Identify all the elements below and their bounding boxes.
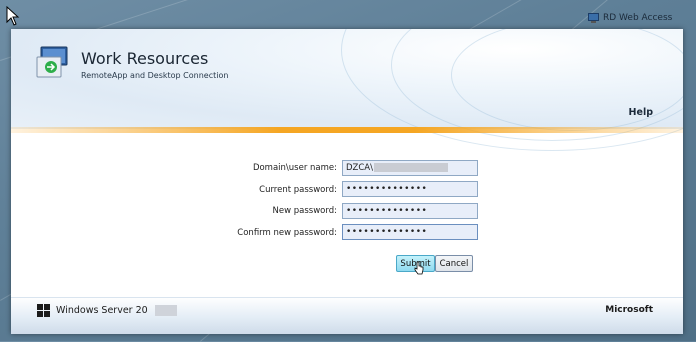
new-password-label: New password: — [272, 206, 337, 216]
redacted-version — [154, 305, 177, 316]
header-accent-stripe — [11, 127, 683, 133]
confirm-password-field[interactable]: •••••••••••••• — [342, 224, 478, 240]
header: Work Resources RemoteApp and Desktop Con… — [11, 29, 683, 151]
new-password-field[interactable]: •••••••••••••• — [342, 203, 478, 219]
page-subtitle: RemoteApp and Desktop Connection — [81, 71, 229, 80]
username-value: DZCA\ — [346, 163, 373, 173]
page-title: Work Resources — [81, 49, 209, 68]
current-password-label: Current password: — [259, 185, 337, 195]
microsoft-label: Microsoft — [605, 305, 653, 315]
remoteapp-monitor-icon — [36, 46, 68, 78]
windows-logo-icon — [37, 304, 50, 317]
rd-web-access-link[interactable]: RD Web Access — [588, 10, 682, 26]
cancel-button[interactable]: Cancel — [435, 255, 473, 272]
rd-web-access-label: RD Web Access — [603, 13, 673, 23]
main-panel: Work Resources RemoteApp and Desktop Con… — [11, 29, 683, 334]
rd-web-access-icon — [588, 12, 599, 23]
windows-server-branding: Windows Server 20 — [37, 304, 177, 317]
username-label: Domain\user name: — [252, 163, 337, 173]
username-field[interactable]: DZCA\ — [342, 160, 478, 176]
windows-server-label: Windows Server 20 — [56, 305, 148, 316]
confirm-password-label: Confirm new password: — [237, 228, 337, 238]
redacted-username — [373, 163, 448, 172]
current-password-field[interactable]: •••••••••••••• — [342, 181, 478, 197]
footer-divider — [11, 297, 683, 298]
hand-pointer-icon — [414, 261, 424, 275]
mouse-pointer-icon — [6, 6, 20, 26]
help-link[interactable]: Help — [629, 107, 653, 118]
